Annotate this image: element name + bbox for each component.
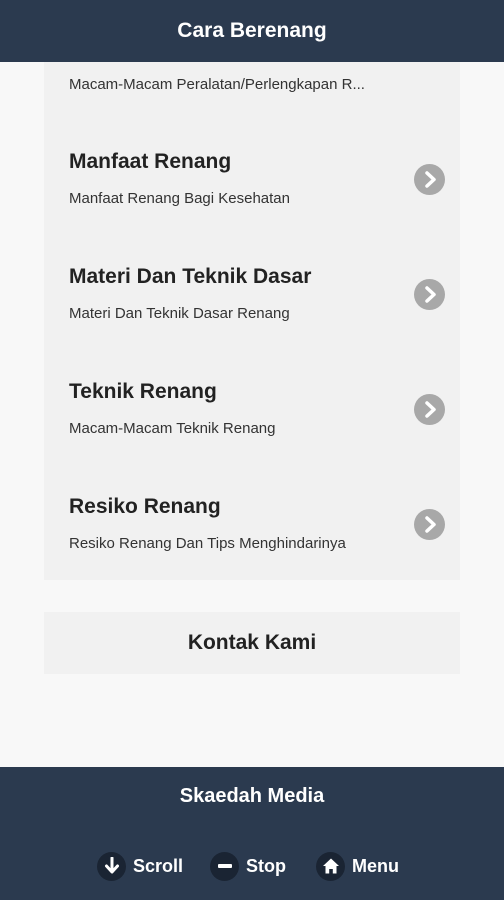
chevron-right-icon[interactable] <box>414 394 445 425</box>
contact-button[interactable]: Kontak Kami <box>44 612 460 674</box>
scroll-label: Scroll <box>133 855 184 876</box>
chevron-right-icon[interactable] <box>414 164 445 195</box>
menu-list: Macam-Macam Peralatan/Perlengkapan R... … <box>44 62 460 580</box>
menu-item-title: Manfaat Renang <box>69 150 232 173</box>
contact-label: Kontak Kami <box>187 631 317 654</box>
page-title: Cara Berenang <box>177 19 327 42</box>
arrow-down-icon <box>97 851 126 881</box>
content-scroll-area[interactable]: Macam-Macam Peralatan/Perlengkapan R... … <box>0 62 504 767</box>
menu-item-description: Macam-Macam Peralatan/Perlengkapan R... <box>69 76 365 93</box>
app-footer: Skaedah Media Scroll Stop Menu <box>0 767 504 900</box>
stop-label: Stop <box>246 855 286 876</box>
scroll-button[interactable]: Scroll <box>97 850 183 882</box>
menu-item-peralatan[interactable]: Macam-Macam Peralatan/Perlengkapan R... <box>44 62 460 146</box>
menu-item-description: Macam-Macam Teknik Renang <box>69 420 276 437</box>
footer-title: Skaedah Media <box>179 785 325 807</box>
home-icon <box>316 851 345 881</box>
menu-item-description: Manfaat Renang Bagi Kesehatan <box>69 190 290 207</box>
menu-item-title: Materi Dan Teknik Dasar <box>69 265 312 288</box>
app-header: Cara Berenang <box>0 0 504 62</box>
minus-icon <box>210 851 239 881</box>
menu-item-materi-teknik-dasar[interactable]: Materi Dan Teknik Dasar Materi Dan Tekni… <box>44 261 460 376</box>
menu-item-manfaat-renang[interactable]: Manfaat Renang Manfaat Renang Bagi Keseh… <box>44 146 460 261</box>
stop-button[interactable]: Stop <box>210 850 286 882</box>
menu-item-title: Resiko Renang <box>69 495 221 518</box>
menu-item-title: Teknik Renang <box>69 380 217 403</box>
menu-item-description: Resiko Renang Dan Tips Menghindarinya <box>69 535 346 552</box>
menu-item-description: Materi Dan Teknik Dasar Renang <box>69 305 290 322</box>
chevron-right-icon[interactable] <box>414 509 445 540</box>
menu-button[interactable]: Menu <box>316 850 399 882</box>
menu-label: Menu <box>352 855 399 876</box>
menu-item-teknik-renang[interactable]: Teknik Renang Macam-Macam Teknik Renang <box>44 376 460 491</box>
menu-item-resiko-renang[interactable]: Resiko Renang Resiko Renang Dan Tips Men… <box>44 491 460 606</box>
chevron-right-icon[interactable] <box>414 279 445 310</box>
